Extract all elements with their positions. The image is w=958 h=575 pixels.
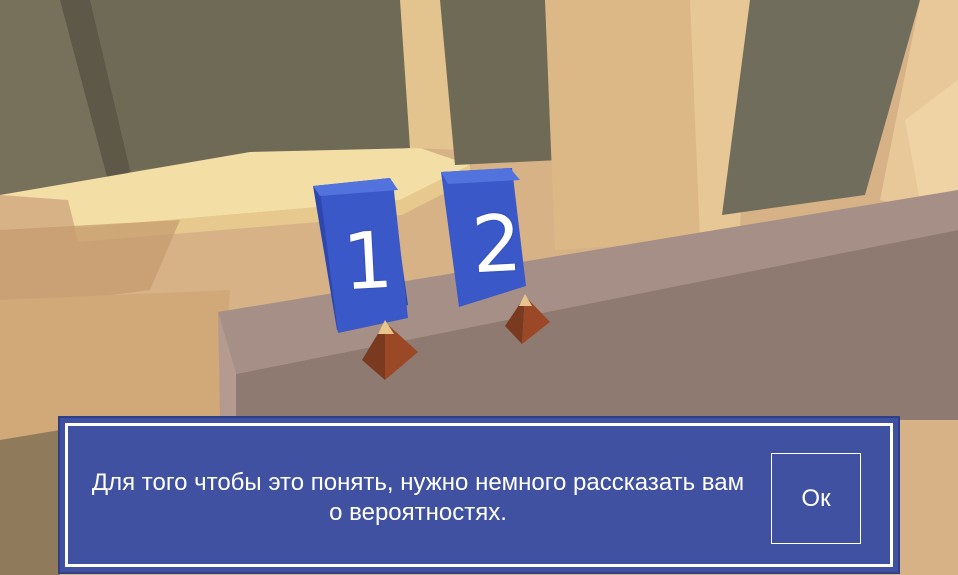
ok-button[interactable]: Ок <box>771 453 861 544</box>
floor-left <box>0 430 60 575</box>
block-2-label: 2 <box>469 198 524 292</box>
dialog-border: Для того чтобы это понять, нужно немного… <box>65 423 893 567</box>
left-window-pane-2 <box>90 0 410 170</box>
right-wall-pillar <box>545 0 705 250</box>
dialog-message: Для того чтобы это понять, нужно немного… <box>91 469 745 526</box>
window-pane-center <box>440 0 560 165</box>
block-1-label: 1 <box>340 215 395 309</box>
dialog-box: Для того чтобы это понять, нужно немного… <box>58 416 900 574</box>
